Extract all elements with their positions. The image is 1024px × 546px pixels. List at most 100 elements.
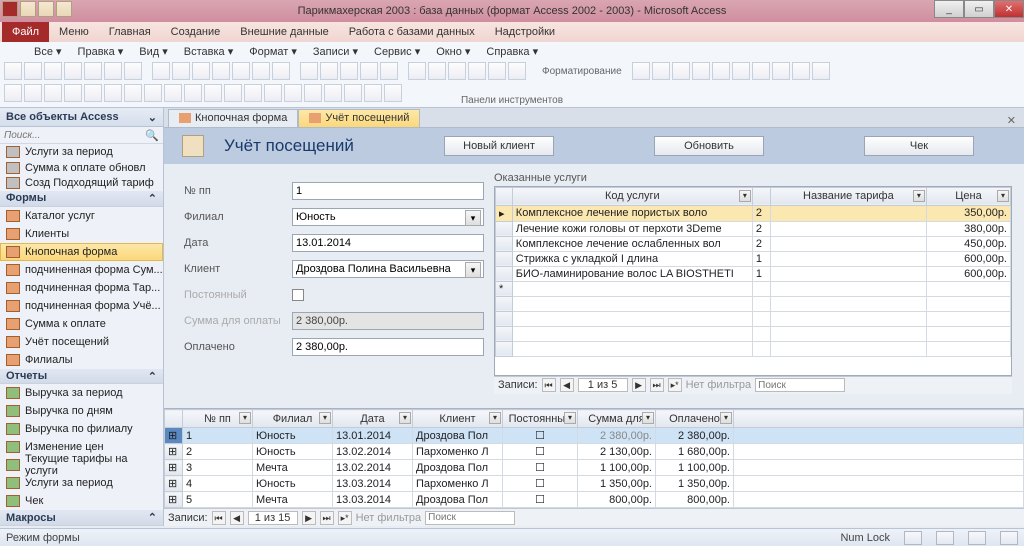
recnav-first[interactable]: ⏮: [542, 378, 556, 392]
view-layout-button[interactable]: [968, 531, 986, 545]
nav-cat-macros[interactable]: Макросы⌃: [0, 510, 163, 526]
recnav-next[interactable]: ▶: [302, 511, 316, 525]
subform-row[interactable]: БИО-ламинирование волос LA BIOSTHETI1600…: [496, 266, 1011, 281]
subform-row[interactable]: ▸Комплексное лечение пористых воло2350,0…: [496, 205, 1011, 221]
rb-10[interactable]: [192, 62, 210, 80]
recnav-pos[interactable]: 1 из 5: [578, 378, 628, 392]
recnav-prev[interactable]: ◀: [230, 511, 244, 525]
rb-5[interactable]: [84, 62, 102, 80]
doctab-switchboard[interactable]: Кнопочная форма: [168, 109, 298, 127]
collapse-icon[interactable]: ⌃: [148, 192, 157, 205]
row-selector[interactable]: [496, 251, 513, 266]
nav-report-item[interactable]: Текущие тарифы на услуги: [0, 456, 163, 474]
qat-undo-icon[interactable]: [38, 1, 54, 17]
refresh-button[interactable]: Обновить: [654, 136, 764, 156]
menu-help[interactable]: Справка ▾: [486, 45, 538, 58]
menu-all[interactable]: Все ▾: [34, 45, 62, 58]
datasheet-row[interactable]: ⊞3Мечта13.02.2014Дроздова Пол☐1 100,00р.…: [165, 460, 1024, 476]
ds-col-date[interactable]: Дата▾: [333, 410, 413, 428]
datasheet-row[interactable]: ⊞1Юность13.01.2014Дроздова Пол☐2 380,00р…: [165, 428, 1024, 444]
rb-8[interactable]: [152, 62, 170, 80]
recnav-next[interactable]: ▶: [632, 378, 646, 392]
field-num[interactable]: 1: [292, 182, 484, 200]
recnav-search[interactable]: [755, 378, 845, 392]
datasheet-split[interactable]: № пп▾ Филиал▾ Дата▾ Клиент▾ Постоянный▾ …: [164, 408, 1024, 526]
nav-query-3[interactable]: Созд Подходящий тариф: [0, 176, 163, 192]
nav-search[interactable]: 🔍: [0, 127, 163, 144]
row-selector[interactable]: [496, 266, 513, 281]
rb-1[interactable]: [4, 62, 22, 80]
row-selector[interactable]: ⊞: [165, 492, 183, 508]
rb-11[interactable]: [212, 62, 230, 80]
subform-row[interactable]: Лечение кожи головы от перхоти 3Deme2380…: [496, 221, 1011, 236]
nav-form-item[interactable]: подчиненная форма Сум...: [0, 261, 163, 279]
ds-col-branch[interactable]: Филиал▾: [253, 410, 333, 428]
ds-col-const[interactable]: Постоянный▾: [503, 410, 578, 428]
rb-16[interactable]: [320, 62, 338, 80]
rb-3[interactable]: [44, 62, 62, 80]
nav-cat-reports[interactable]: Отчеты⌃: [0, 369, 163, 385]
rb-f1[interactable]: [632, 62, 650, 80]
rb-25[interactable]: [508, 62, 526, 80]
maximize-button[interactable]: ▭: [964, 0, 994, 18]
col-service[interactable]: Код услуги▾: [512, 187, 752, 205]
col-price[interactable]: Цена▾: [926, 187, 1010, 205]
rb-15[interactable]: [300, 62, 318, 80]
doctab-visits[interactable]: Учёт посещений: [298, 109, 420, 127]
rb-f10[interactable]: [812, 62, 830, 80]
subform-grid[interactable]: Код услуги▾ Название тарифа▾ Цена▾ ▸Комп…: [494, 186, 1012, 376]
row-selector[interactable]: ⊞: [165, 476, 183, 492]
field-date[interactable]: 13.01.2014: [292, 234, 484, 252]
col-sep[interactable]: [752, 187, 770, 205]
row-selector[interactable]: [496, 221, 513, 236]
nav-form-item[interactable]: Каталог услуг: [0, 207, 163, 225]
collapse-icon[interactable]: ⌃: [148, 370, 157, 383]
tab-home[interactable]: Главная: [99, 24, 161, 40]
rb-f4[interactable]: [692, 62, 710, 80]
recnav-pos[interactable]: 1 из 15: [248, 511, 298, 525]
menu-window[interactable]: Окно ▾: [436, 45, 470, 58]
nav-query-1[interactable]: Услуги за период: [0, 144, 163, 160]
nav-report-item[interactable]: Выручка за период: [0, 384, 163, 402]
subform-row[interactable]: Комплексное лечение ослабленных вол2450,…: [496, 236, 1011, 251]
nav-report-item[interactable]: Выручка по дням: [0, 402, 163, 420]
recnav-new[interactable]: ▸*: [668, 378, 682, 392]
nav-query-2[interactable]: Сумма к оплате обновл: [0, 160, 163, 176]
nav-form-item[interactable]: Кнопочная форма: [0, 243, 163, 261]
rb-21[interactable]: [428, 62, 446, 80]
ds-col-client[interactable]: Клиент▾: [413, 410, 503, 428]
ds-col-num[interactable]: № пп▾: [183, 410, 253, 428]
row-selector[interactable]: [496, 236, 513, 251]
collapse-icon[interactable]: ⌃: [148, 511, 157, 524]
datasheet-row[interactable]: ⊞2Юность13.02.2014Пархоменко Л☐2 130,00р…: [165, 444, 1024, 460]
rb-6[interactable]: [104, 62, 122, 80]
datasheet-row[interactable]: ⊞4Юность13.03.2014Пархоменко Л☐1 350,00р…: [165, 476, 1024, 492]
ds-col-paid[interactable]: Оплачено▾: [656, 410, 734, 428]
field-client[interactable]: Дроздова Полина Васильевна: [292, 260, 484, 278]
tab-create[interactable]: Создание: [161, 24, 231, 40]
row-selector[interactable]: ⊞: [165, 444, 183, 460]
view-form-button[interactable]: [904, 531, 922, 545]
menu-records[interactable]: Записи ▾: [313, 45, 358, 58]
nav-search-input[interactable]: [4, 130, 145, 141]
rb-17[interactable]: [340, 62, 358, 80]
chevron-down-icon[interactable]: ⌄: [148, 111, 157, 124]
nav-report-item[interactable]: Чек: [0, 492, 163, 510]
nav-form-item[interactable]: подчиненная форма Тар...: [0, 279, 163, 297]
new-client-button[interactable]: Новый клиент: [444, 136, 554, 156]
nav-header[interactable]: Все объекты Access ⌄: [0, 108, 163, 127]
rb-23[interactable]: [468, 62, 486, 80]
row-selector[interactable]: ▸: [496, 205, 513, 221]
row-selector[interactable]: ⊞: [165, 428, 183, 444]
rb-18[interactable]: [360, 62, 378, 80]
nav-report-item[interactable]: Выручка по филиалу: [0, 420, 163, 438]
recnav-prev[interactable]: ◀: [560, 378, 574, 392]
rb-f6[interactable]: [732, 62, 750, 80]
dropdown-icon[interactable]: ▾: [913, 190, 925, 202]
rb-22[interactable]: [448, 62, 466, 80]
checkbox-const[interactable]: [292, 289, 304, 301]
menu-edit[interactable]: Правка ▾: [78, 45, 124, 58]
datasheet-row[interactable]: ⊞5Мечта13.03.2014Дроздова Пол☐800,00р.80…: [165, 492, 1024, 508]
tab-addins[interactable]: Надстройки: [485, 24, 565, 40]
nav-form-item[interactable]: Учёт посещений: [0, 333, 163, 351]
